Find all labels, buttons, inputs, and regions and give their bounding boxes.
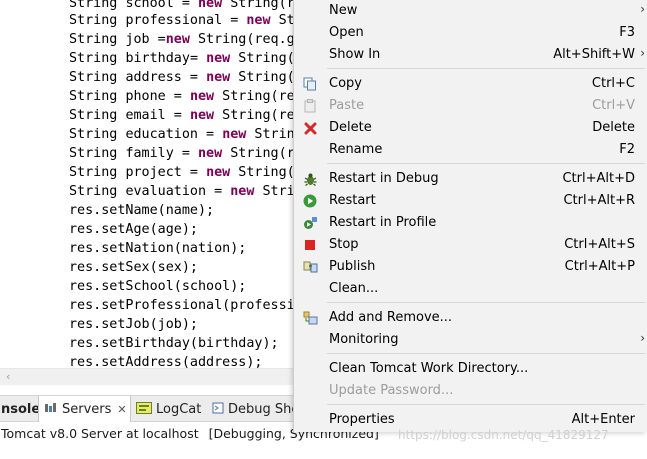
menu-separator [327,163,645,164]
menu-item-copy[interactable]: Copy Ctrl+C [294,73,647,95]
menu-item-add-and-remove[interactable]: Add and Remove... [294,307,647,329]
context-menu: New › Open F3 Show In Alt+Shift+W › Copy… [293,0,647,432]
view-body [0,445,647,459]
tab-debug-shell[interactable]: Debug She [212,396,299,422]
server-name: Tomcat v8.0 Server at localhost [1,426,199,441]
code-line: res.setName(name); [69,203,215,218]
submenu-arrow-icon: › [640,46,645,60]
menu-item-restart[interactable]: Restart Ctrl+Alt+R [294,190,647,212]
play-icon [302,193,318,209]
menu-item-show-in[interactable]: Show In Alt+Shift+W › [294,44,647,66]
code-line: String job =new String(req.g [69,32,295,47]
code-line: res.setAge(age); [69,222,198,237]
code-line: String address = new String( [69,70,295,85]
menu-item-new[interactable]: New › [294,0,647,22]
code-editor[interactable]: String school = new String(r String prof… [0,0,295,368]
add-remove-icon [302,310,318,326]
code-line: String birthday= new String( [69,51,295,66]
code-line: String evaluation = new Stri [69,184,295,199]
code-line: res.setBirthday(birthday); [69,336,279,351]
menu-item-rename[interactable]: Rename F2 [294,139,647,161]
watermark: https://blog.csdn.net/qq_41829127 [398,428,609,442]
debug-bug-icon [302,171,318,187]
stop-icon [302,237,318,253]
scroll-left-arrow-icon[interactable]: ‹ [6,370,10,383]
copy-icon [302,76,318,92]
delete-icon [302,120,318,136]
servers-icon [44,402,58,417]
code-line: String family = new String(r [69,146,295,161]
code-line: res.setSex(sex); [69,260,198,275]
code-line: res.setProfessional(professi [69,298,295,313]
code-line: res.setNation(nation); [69,241,247,256]
tab-console[interactable]: nsole [0,396,40,422]
code-line: res.setSchool(school); [69,279,247,294]
paste-icon [302,98,318,114]
editor-horizontal-scrollbar[interactable]: ‹ [0,368,295,385]
menu-item-clean-tomcat-work-directory[interactable]: Clean Tomcat Work Directory... [294,358,647,380]
menu-item-stop[interactable]: Stop Ctrl+Alt+S [294,234,647,256]
code-line: String professional = new St [69,13,295,28]
profile-icon [302,215,318,231]
submenu-arrow-icon: › [640,2,645,16]
menu-item-monitoring[interactable]: Monitoring › [294,329,647,351]
code-line: String email = new String(re [69,108,295,123]
logcat-icon [136,401,152,417]
publish-icon [302,259,318,275]
tab-logcat[interactable]: LogCat [136,396,210,422]
code-line: String education = new Strin [69,127,295,142]
menu-item-clean[interactable]: Clean... [294,278,647,300]
tab-servers[interactable]: Servers ✕ [38,396,131,422]
code-line: String project = new String( [69,165,295,180]
menu-item-paste[interactable]: Paste Ctrl+V [294,95,647,117]
menu-item-publish[interactable]: Publish Ctrl+Alt+P [294,256,647,278]
menu-separator [327,302,645,303]
menu-separator [327,68,645,69]
close-icon[interactable]: ✕ [117,403,126,416]
code-line: res.setAddress(address); [69,355,263,368]
code-line: String phone = new String(re [69,89,295,104]
menu-item-update-password[interactable]: Update Password... [294,380,647,402]
menu-item-delete[interactable]: Delete Delete [294,117,647,139]
menu-item-restart-in-profile[interactable]: Restart in Profile [294,212,647,234]
debug-shell-icon [212,402,224,417]
menu-separator [327,404,645,405]
menu-item-restart-in-debug[interactable]: Restart in Debug Ctrl+Alt+D [294,168,647,190]
menu-item-open[interactable]: Open F3 [294,22,647,44]
code-line: res.setJob(job); [69,317,198,332]
submenu-arrow-icon: › [640,331,645,345]
menu-separator [327,353,645,354]
